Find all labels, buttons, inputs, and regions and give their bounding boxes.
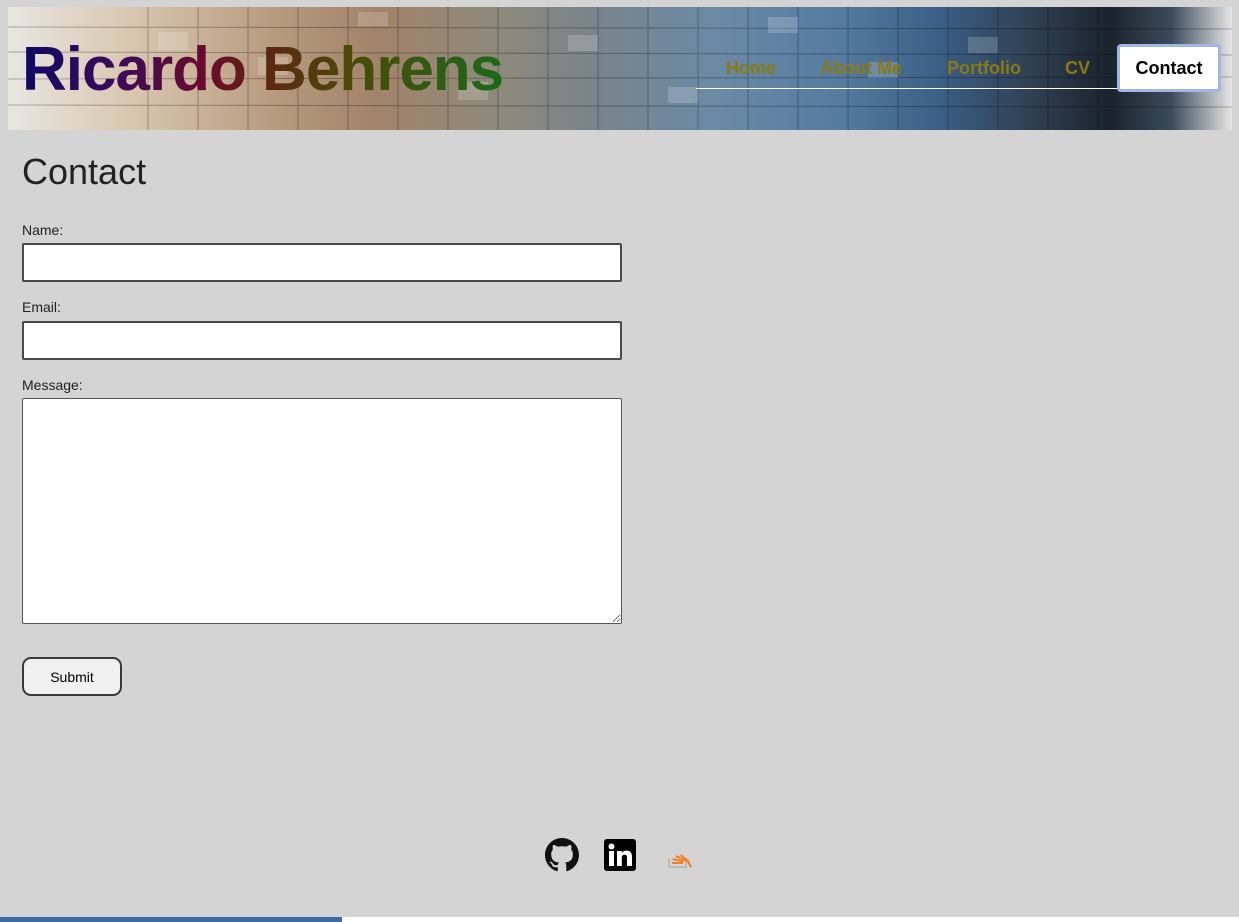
linkedin-icon[interactable] <box>603 838 637 872</box>
submit-button[interactable]: Submit <box>22 657 122 696</box>
email-label: Email: <box>22 299 61 315</box>
message-label: Message: <box>22 377 83 393</box>
nav-contact[interactable]: Contact <box>1117 44 1221 92</box>
stackoverflow-icon[interactable] <box>661 838 695 872</box>
nav-portfolio[interactable]: Portfolio <box>947 44 1021 92</box>
site-header: Ricardo Behrens Home About Me Portfolio … <box>8 7 1232 130</box>
site-logo[interactable]: Ricardo Behrens <box>22 37 504 103</box>
nav-cv[interactable]: CV <box>1065 44 1090 92</box>
name-label: Name: <box>22 222 64 238</box>
nav-home[interactable]: Home <box>726 44 776 92</box>
main-nav: Home About Me Portfolio CV Contact <box>696 44 1232 96</box>
email-input[interactable] <box>22 321 622 360</box>
nav-about-me[interactable]: About Me <box>820 44 902 92</box>
page-title: Contact <box>22 151 147 192</box>
github-icon[interactable] <box>545 838 579 872</box>
top-strip <box>0 0 1239 7</box>
name-input[interactable] <box>22 243 622 282</box>
message-textarea[interactable] <box>22 398 622 624</box>
scroll-progress-bar <box>0 917 342 922</box>
